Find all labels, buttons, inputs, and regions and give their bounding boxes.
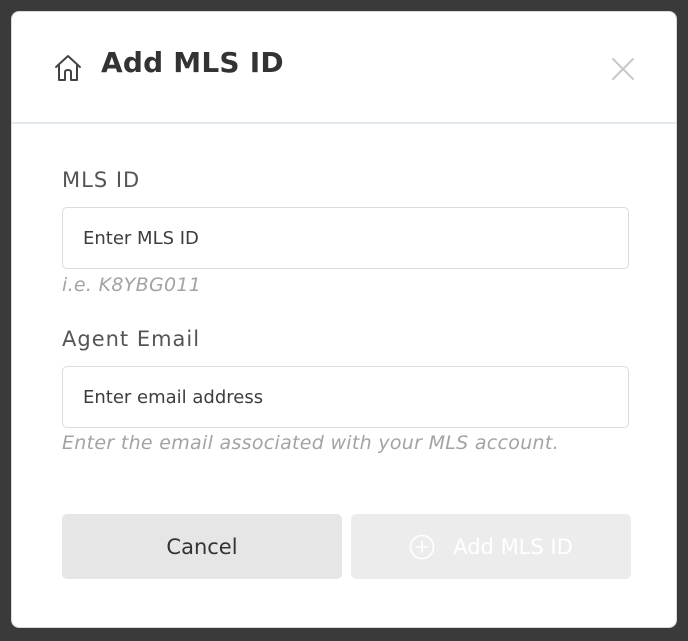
mls-id-hint: i.e. K8YBG011 [62, 274, 202, 296]
plus-circle-icon [409, 534, 435, 559]
dialog-title: Add MLS ID [101, 46, 284, 79]
add-mls-id-button[interactable]: Add MLS ID [351, 514, 631, 579]
add-mls-id-button-label: Add MLS ID [453, 534, 573, 559]
cancel-button[interactable]: Cancel [62, 514, 342, 579]
cancel-button-label: Cancel [166, 534, 238, 559]
agent-email-hint: Enter the email associated with your MLS… [62, 432, 559, 454]
dialog-header: Add MLS ID [12, 12, 676, 124]
mls-id-input[interactable] [62, 207, 629, 269]
close-icon[interactable] [610, 56, 636, 82]
agent-email-input[interactable] [62, 366, 629, 428]
add-mls-id-dialog: Add MLS ID MLS ID i.e. K8YBG011 Agent Em… [11, 11, 677, 628]
mls-id-label: MLS ID [62, 168, 141, 192]
agent-email-label: Agent Email [62, 327, 201, 351]
home-icon [55, 55, 81, 81]
